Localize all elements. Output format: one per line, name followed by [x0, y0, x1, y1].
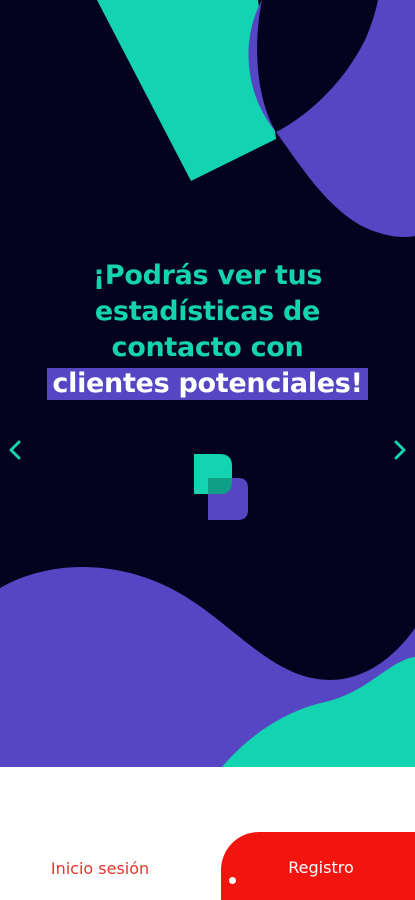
login-button[interactable]: Inicio sesión — [40, 856, 160, 882]
teal-shard-shape — [97, 0, 276, 181]
onboarding-slide[interactable]: ¡Podrás ver tus estadísticas de contacto… — [0, 0, 415, 767]
headline-line-1: ¡Podrás ver tus — [92, 260, 323, 291]
onboarding-screen: ¡Podrás ver tus estadísticas de contacto… — [0, 0, 415, 900]
headline-highlight: clientes potenciales! — [47, 368, 368, 400]
app-logo-icon — [194, 454, 248, 520]
slide-headline: ¡Podrás ver tus estadísticas de contacto… — [0, 258, 415, 402]
headline-line-2: estadísticas de — [94, 296, 321, 327]
next-slide-button[interactable] — [385, 436, 413, 464]
chevron-right-icon — [394, 440, 406, 460]
headline-line-3: contacto con — [111, 332, 304, 363]
register-button-label: Registro — [288, 858, 354, 877]
previous-slide-button[interactable] — [2, 436, 30, 464]
chevron-left-icon — [9, 440, 21, 460]
headline-line-4: clientes potenciales! — [0, 366, 415, 402]
register-button[interactable]: Registro — [221, 832, 415, 900]
